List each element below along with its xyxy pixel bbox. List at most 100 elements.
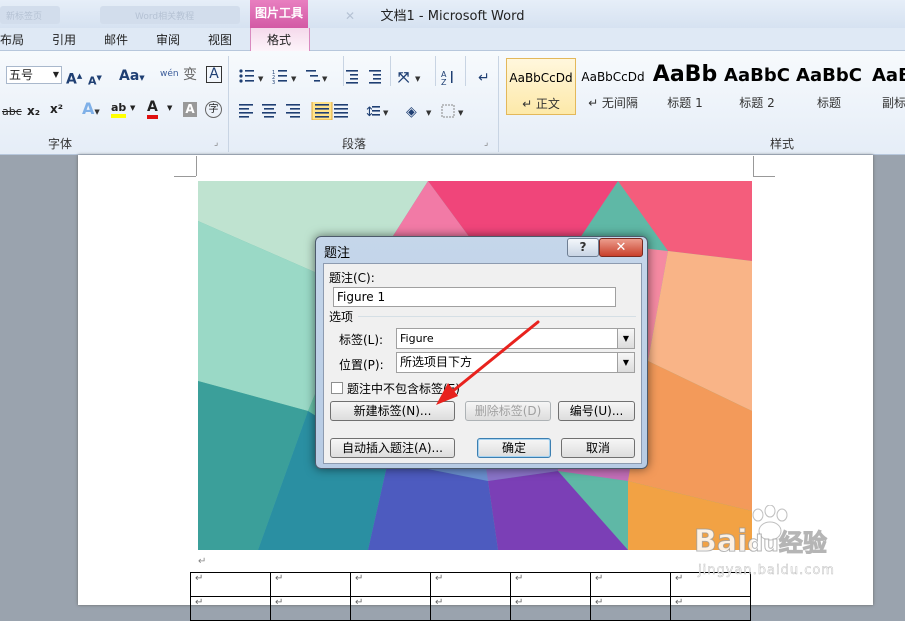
enclose-char-icon[interactable]: 字 bbox=[205, 101, 222, 118]
close-button[interactable]: ✕ bbox=[599, 238, 643, 257]
text-effects-icon[interactable]: A▼ bbox=[82, 101, 100, 120]
table-cell[interactable]: ↵ bbox=[510, 596, 591, 621]
tab-layout[interactable]: 布局 bbox=[0, 31, 24, 48]
svg-text:▼: ▼ bbox=[426, 109, 432, 117]
svg-text:◈: ◈ bbox=[406, 104, 417, 120]
change-case-icon[interactable]: Aa▼ bbox=[119, 68, 145, 86]
exclude-label-text: 题注中不包含标签(E) bbox=[347, 382, 460, 396]
ribbon-tabs-row bbox=[0, 28, 905, 51]
table-cell[interactable]: ↵ bbox=[190, 596, 271, 621]
shrink-font-icon[interactable]: A▼ bbox=[88, 70, 102, 90]
group-divider bbox=[465, 56, 466, 86]
paragraph-dialog-launcher-icon[interactable]: ⌟ bbox=[484, 138, 488, 148]
style-name: 标题 bbox=[816, 96, 841, 110]
style-heading-2[interactable]: AaBbC 标题 2 bbox=[722, 58, 792, 115]
dialog-title: 题注 bbox=[324, 246, 351, 261]
tab-review[interactable]: 审阅 bbox=[156, 31, 180, 48]
paragraph-mark: ↵ bbox=[198, 556, 207, 567]
document-table[interactable]: ↵ ↵ ↵ ↵ ↵ ↵ ↵ ↵ ↵ ↵ ↵ ↵ ↵ ↵ bbox=[190, 572, 751, 621]
caption-field-label: 题注(C): bbox=[329, 271, 375, 285]
font-color-icon[interactable]: A bbox=[147, 100, 158, 119]
margin-mark bbox=[174, 176, 196, 177]
label-field-label: 标签(L): bbox=[339, 333, 384, 347]
chevron-down-icon[interactable]: ▼ bbox=[130, 104, 135, 112]
table-cell[interactable]: ↵ bbox=[430, 572, 511, 597]
styles-group-label: 样式 bbox=[770, 137, 795, 151]
style-title[interactable]: AaBbC 标题 bbox=[794, 58, 864, 115]
caption-dialog: 题注 ? ✕ 题注(C): Figure 1 选项 标签(L): Figure … bbox=[315, 236, 648, 469]
subscript-icon[interactable]: x₂ bbox=[27, 103, 40, 119]
autocaption-button[interactable]: 自动插入题注(A)... bbox=[330, 438, 455, 458]
tab-references[interactable]: 引用 bbox=[52, 31, 76, 48]
table-cell[interactable]: ↵ bbox=[350, 596, 431, 621]
chevron-down-icon[interactable]: ▼ bbox=[617, 353, 634, 372]
group-divider bbox=[498, 56, 499, 152]
baidu-watermark: Baidu经验 jingyan.baidu.com bbox=[693, 505, 894, 595]
svg-text:↵: ↵ bbox=[478, 70, 490, 86]
style-normal[interactable]: AaBbCcDd ↵ 正文 bbox=[506, 58, 576, 115]
chevron-down-icon[interactable]: ▼ bbox=[167, 104, 172, 112]
picture-tools-label: 图片工具 bbox=[254, 6, 303, 20]
table-cell[interactable]: ↵ bbox=[590, 572, 671, 597]
style-sample: AaB bbox=[872, 65, 905, 86]
style-name: 副标 bbox=[882, 96, 905, 110]
table-cell[interactable]: ↵ bbox=[270, 596, 351, 621]
table-cell[interactable]: ↵ bbox=[590, 596, 671, 621]
options-divider bbox=[358, 316, 636, 317]
style-sample: AaBbC bbox=[796, 65, 862, 86]
style-subtitle[interactable]: AaB 副标 bbox=[866, 58, 905, 115]
tab-mailings[interactable]: 邮件 bbox=[104, 31, 128, 48]
table-cell[interactable]: ↵ bbox=[350, 572, 431, 597]
svg-text:▼: ▼ bbox=[383, 109, 389, 117]
table-cell[interactable]: ↵ bbox=[430, 596, 511, 621]
table-row: ↵ ↵ ↵ ↵ ↵ ↵ ↵ bbox=[190, 572, 751, 597]
position-select[interactable]: 所选项目下方 ▼ bbox=[396, 352, 635, 373]
style-name: ↵ 无间隔 bbox=[588, 96, 638, 110]
dialog-body: 题注(C): Figure 1 选项 标签(L): Figure ▼ 位置(P)… bbox=[323, 263, 642, 464]
highlight-icon[interactable]: ab bbox=[111, 100, 127, 118]
char-shading-icon[interactable]: A bbox=[183, 102, 197, 117]
font-size-select[interactable]: 五号 ▼ bbox=[6, 66, 62, 84]
exclude-label-checkbox[interactable] bbox=[331, 382, 343, 394]
table-cell[interactable]: ↵ bbox=[270, 572, 351, 597]
numbering-button[interactable]: 编号(U)... bbox=[558, 401, 635, 421]
label-select[interactable]: Figure ▼ bbox=[396, 328, 635, 349]
phonetic-guide-icon[interactable]: wén bbox=[160, 66, 179, 82]
style-name: ↵ 正文 bbox=[522, 97, 560, 111]
margin-mark bbox=[753, 176, 775, 177]
table-cell[interactable]: ↵ bbox=[190, 572, 271, 597]
style-sample: AaBbC bbox=[724, 65, 790, 86]
style-heading-1[interactable]: AaBb 标题 1 bbox=[650, 58, 720, 115]
help-button[interactable]: ? bbox=[567, 238, 599, 257]
watermark-brand: Baidu经验 bbox=[693, 524, 827, 560]
strikethrough-icon[interactable]: abc bbox=[2, 104, 22, 120]
grow-font-icon[interactable]: A▲ bbox=[66, 68, 82, 88]
chevron-down-icon[interactable]: ▼ bbox=[617, 329, 634, 348]
cancel-button[interactable]: 取消 bbox=[561, 438, 635, 458]
tab-view[interactable]: 视图 bbox=[208, 31, 232, 48]
options-heading: 选项 bbox=[329, 310, 354, 324]
caption-input[interactable]: Figure 1 bbox=[333, 287, 616, 307]
tab-format[interactable]: 格式 bbox=[267, 31, 291, 48]
style-name: 标题 1 bbox=[667, 96, 703, 110]
style-no-spacing[interactable]: AaBbCcDd ↵ 无间隔 bbox=[578, 58, 648, 115]
font-group-label: 字体 bbox=[48, 137, 73, 151]
svg-text:▼: ▼ bbox=[415, 75, 421, 83]
position-select-value: 所选项目下方 bbox=[400, 355, 473, 369]
table-cell[interactable]: ↵ bbox=[670, 596, 751, 621]
font-size-value: 五号 bbox=[9, 68, 34, 82]
new-label-button[interactable]: 新建标签(N)... bbox=[330, 401, 455, 421]
paragraph-row1-icons: ▼ 1 2 3 ▼ ▼ ⤧ ▼ AZ ↵ bbox=[239, 69, 490, 86]
svg-text:▼: ▼ bbox=[258, 75, 264, 83]
ok-button[interactable]: 确定 bbox=[477, 438, 551, 458]
paragraph-group-label: 段落 bbox=[342, 137, 367, 151]
char-border-icon[interactable]: 变 bbox=[183, 67, 197, 83]
font-dialog-launcher-icon[interactable]: ⌟ bbox=[214, 138, 218, 148]
superscript-icon[interactable]: x² bbox=[50, 101, 63, 117]
enclosed-char-icon[interactable]: A bbox=[206, 66, 222, 83]
table-cell[interactable]: ↵ bbox=[510, 572, 591, 597]
delete-label-button[interactable]: 删除标签(D) bbox=[465, 401, 551, 421]
group-divider bbox=[435, 56, 436, 86]
style-sample: AaBbCcDd bbox=[581, 70, 645, 84]
svg-text:Z: Z bbox=[441, 78, 447, 86]
